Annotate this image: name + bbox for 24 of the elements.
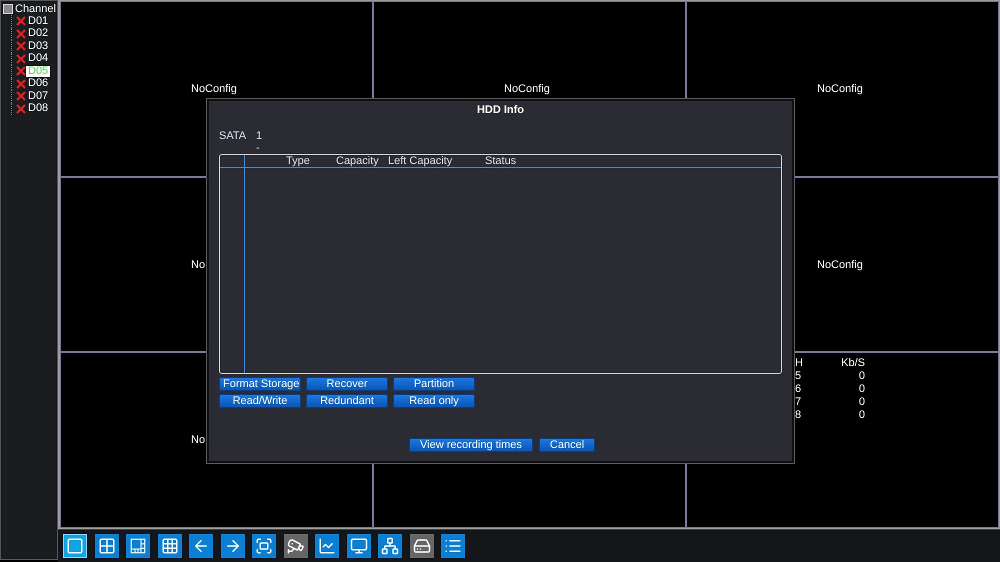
cell-status: NoConfig xyxy=(504,82,550,95)
stats-value: 7 xyxy=(795,396,802,408)
cell-status: NoConfig xyxy=(191,82,237,95)
cell-status: No xyxy=(191,258,206,271)
stats-value: 0 xyxy=(858,370,865,382)
disk-label: SATA xyxy=(219,130,248,142)
stats-value: 6 xyxy=(795,383,802,396)
cell-status: NoConfig xyxy=(817,258,863,271)
cell-status: No xyxy=(191,434,206,446)
stats-header: Kb/S xyxy=(840,357,865,370)
dialog-title: HDD Info xyxy=(476,104,526,116)
cell-status: NoConfig xyxy=(817,82,863,95)
column-header: Type xyxy=(286,155,311,167)
stats-value: 5 xyxy=(795,370,802,382)
column-header: Status xyxy=(485,155,518,167)
column-header: Left Capacity xyxy=(388,155,454,167)
tree-title: Channel xyxy=(15,3,56,15)
stats-value: 8 xyxy=(795,409,802,422)
stats-value: 0 xyxy=(858,409,865,422)
stats-header: H xyxy=(795,357,804,370)
disk-value: - xyxy=(256,142,261,154)
stats-value: 0 xyxy=(858,396,865,408)
stats-value: 0 xyxy=(858,383,865,396)
disk-number: 1 xyxy=(256,130,264,142)
